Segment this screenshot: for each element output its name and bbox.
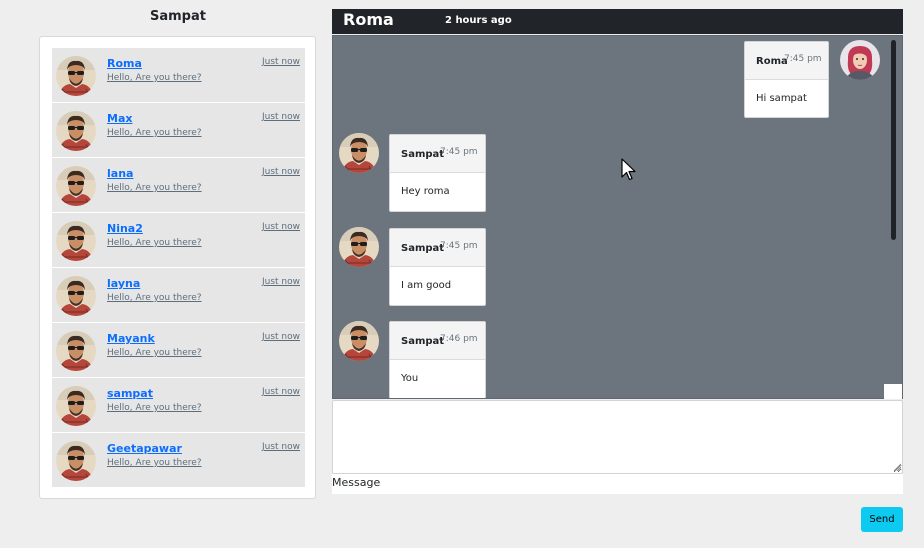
avatar-icon	[56, 331, 96, 371]
message-bubble: Sampat 7:45 pm I am good	[389, 228, 486, 306]
avatar-icon	[339, 321, 379, 361]
avatar-icon	[840, 40, 880, 80]
chat-scrollbar[interactable]	[891, 40, 896, 240]
page-title: Sampat	[150, 9, 206, 24]
contact-panel: Roma Hello, Are you there? Just now Max …	[39, 36, 316, 499]
contact-time[interactable]: Just now	[262, 167, 300, 177]
message-header: Sampat 7:45 pm	[390, 135, 485, 173]
avatar-icon	[339, 227, 379, 267]
message-header: Sampat 7:45 pm	[390, 229, 485, 267]
avatar-icon	[56, 386, 96, 426]
chat-messages[interactable]: Roma 7:45 pm Hi sampat Sampat 7:45 pm He…	[332, 35, 903, 399]
contact-time[interactable]: Just now	[262, 277, 300, 287]
message-text: I am good	[401, 280, 452, 291]
message-text: Hi sampat	[756, 93, 807, 104]
contact-name[interactable]: Nina2	[107, 222, 143, 235]
contact-preview[interactable]: Hello, Are you there?	[107, 183, 202, 193]
contact-preview[interactable]: Hello, Are you there?	[107, 128, 202, 138]
contact-time[interactable]: Just now	[262, 222, 300, 232]
avatar-icon	[56, 221, 96, 261]
avatar-icon	[56, 111, 96, 151]
message-bubble: Roma 7:45 pm Hi sampat	[744, 41, 829, 118]
avatar-icon	[56, 166, 96, 206]
contact-item[interactable]: sampat Hello, Are you there? Just now	[52, 378, 305, 433]
message-sender: Sampat	[401, 336, 445, 347]
resize-grip-icon[interactable]	[893, 463, 901, 471]
message-label: Message	[332, 476, 381, 489]
message-bubble: Sampat 7:46 pm You	[389, 321, 486, 398]
contact-item[interactable]: Mayank Hello, Are you there? Just now	[52, 323, 305, 378]
contact-preview[interactable]: Hello, Are you there?	[107, 458, 202, 468]
message-input[interactable]	[332, 400, 903, 474]
contact-preview[interactable]: Hello, Are you there?	[107, 293, 202, 303]
avatar-icon	[56, 276, 96, 316]
avatar-icon	[339, 133, 379, 173]
contact-item[interactable]: Geetapawar Hello, Are you there? Just no…	[52, 433, 305, 488]
chat-title: Roma	[343, 10, 394, 29]
contact-preview[interactable]: Hello, Are you there?	[107, 403, 202, 413]
contact-name[interactable]: sampat	[107, 387, 153, 400]
contact-time[interactable]: Just now	[262, 442, 300, 452]
contact-preview[interactable]: Hello, Are you there?	[107, 348, 202, 358]
avatar-icon	[56, 56, 96, 96]
avatar-icon	[56, 441, 96, 481]
contact-item[interactable]: Roma Hello, Are you there? Just now	[52, 48, 305, 103]
contact-item[interactable]: Max Hello, Are you there? Just now	[52, 103, 305, 158]
contact-preview[interactable]: Hello, Are you there?	[107, 73, 202, 83]
contact-list: Roma Hello, Are you there? Just now Max …	[52, 48, 305, 488]
contact-name[interactable]: Max	[107, 112, 132, 125]
contact-time[interactable]: Just now	[262, 332, 300, 342]
contact-name[interactable]: layna	[107, 277, 140, 290]
message-bubble: Sampat 7:45 pm Hey roma	[389, 134, 486, 212]
contact-item[interactable]: layna Hello, Are you there? Just now	[52, 268, 305, 323]
chat-header: Roma 2 hours ago	[332, 9, 903, 34]
last-seen-status: 2 hours ago	[445, 15, 512, 26]
message-sender: Sampat	[401, 149, 445, 160]
message-text: You	[401, 373, 419, 384]
contact-item[interactable]: Nina2 Hello, Are you there? Just now	[52, 213, 305, 268]
contact-preview[interactable]: Hello, Are you there?	[107, 238, 202, 248]
contact-time[interactable]: Just now	[262, 387, 300, 397]
send-button[interactable]: Send	[861, 507, 903, 532]
contact-time[interactable]: Just now	[262, 57, 300, 67]
contact-item[interactable]: lana Hello, Are you there? Just now	[52, 158, 305, 213]
contact-name[interactable]: lana	[107, 167, 133, 180]
message-time: 7:45 pm	[440, 241, 478, 251]
message-label-bar	[332, 474, 903, 494]
message-time: 7:45 pm	[440, 147, 478, 157]
contact-time[interactable]: Just now	[262, 112, 300, 122]
message-sender: Sampat	[401, 243, 445, 254]
message-header: Sampat 7:46 pm	[390, 322, 485, 360]
message-sender: Roma	[756, 56, 788, 67]
message-header: Roma 7:45 pm	[745, 42, 828, 80]
contact-name[interactable]: Roma	[107, 57, 142, 70]
message-time: 7:46 pm	[440, 334, 478, 344]
contact-name[interactable]: Mayank	[107, 332, 155, 345]
contact-name[interactable]: Geetapawar	[107, 442, 182, 455]
scroll-corner	[884, 384, 902, 399]
mouse-pointer-icon	[621, 158, 636, 181]
message-text: Hey roma	[401, 186, 450, 197]
message-time: 7:45 pm	[784, 54, 822, 64]
